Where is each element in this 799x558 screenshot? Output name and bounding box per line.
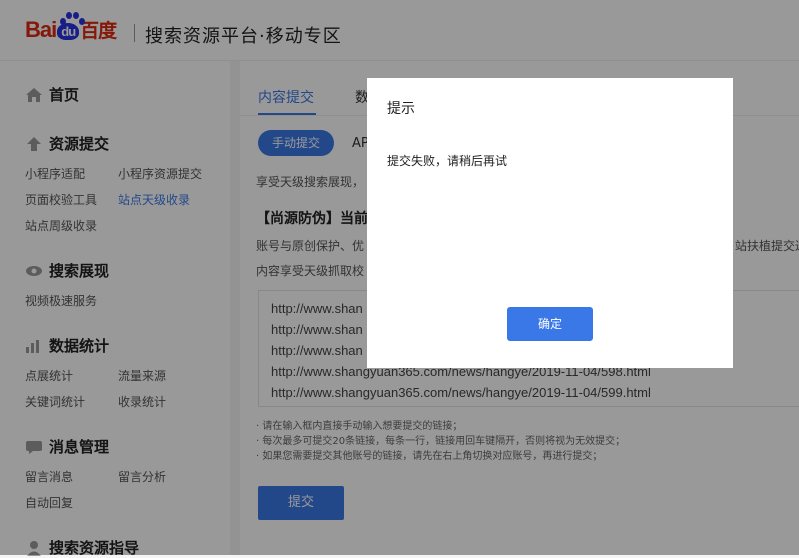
dialog-title: 提示 (387, 101, 415, 117)
confirm-button[interactable]: 确定 (507, 307, 593, 341)
dialog-message: 提交失败，请稍后再试 (387, 154, 508, 168)
alert-dialog: 提示 提交失败，请稍后再试 确定 (367, 78, 733, 368)
